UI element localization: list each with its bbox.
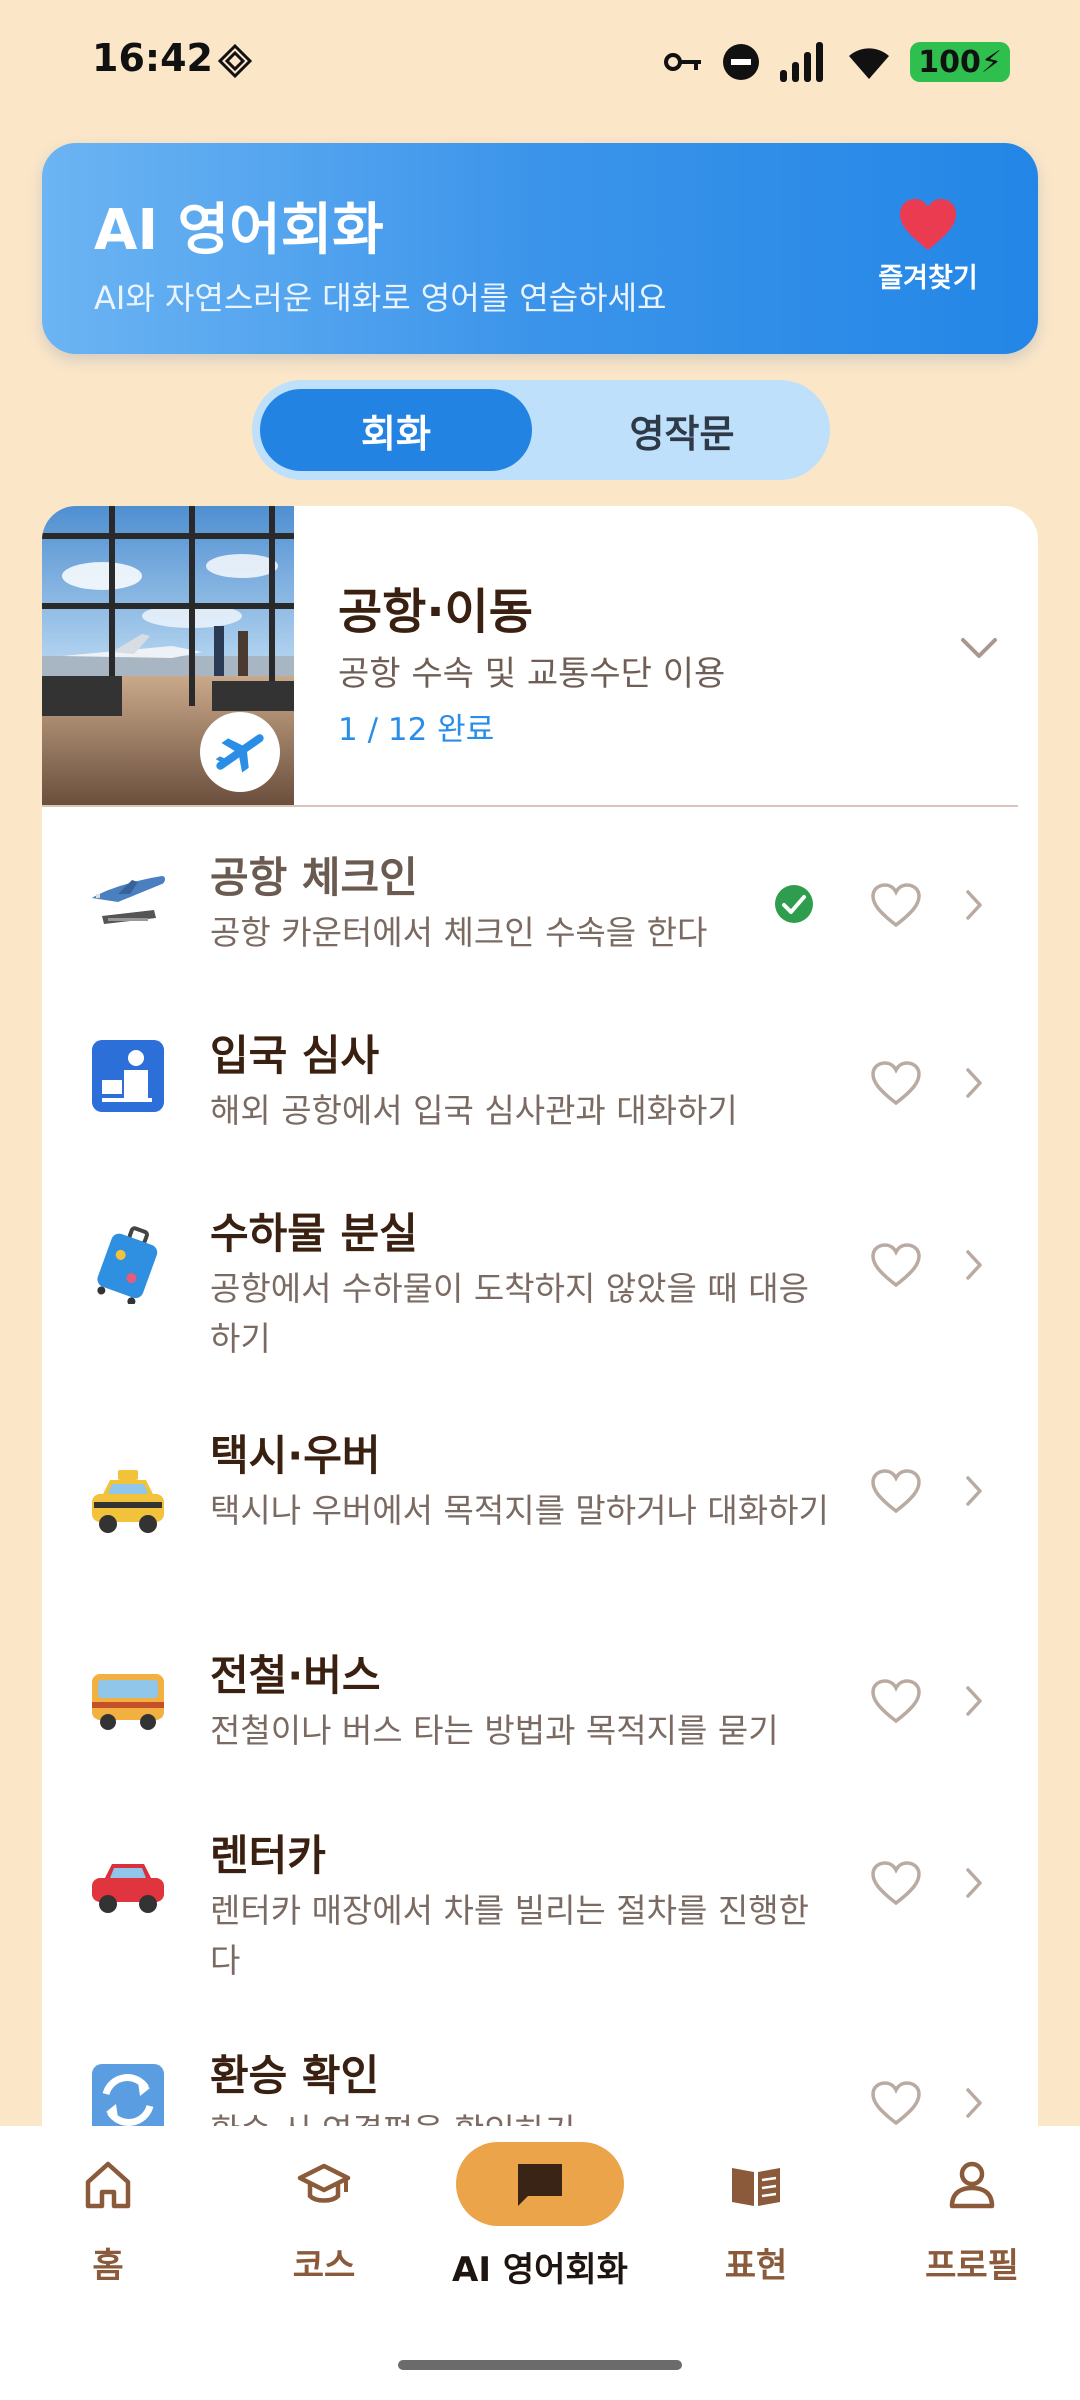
nav-expressions[interactable]: 표현 — [656, 2156, 856, 2287]
lesson-title: 입국 심사 — [210, 1031, 380, 1080]
list-item[interactable]: 렌터카 렌터카 매장에서 차를 빌리는 절차를 진행한다 — [42, 1786, 1038, 2006]
charging-icon: ⚡ — [980, 44, 1002, 80]
favorites-button[interactable]: 즐겨찾기 — [868, 198, 988, 295]
lesson-description: 해외 공항에서 입국 심사관과 대화하기 — [210, 1091, 738, 1130]
airplane-badge-icon — [200, 712, 280, 792]
graduation-cap-icon — [297, 2163, 351, 2203]
battery-indicator: 100 ⚡ — [910, 42, 1010, 82]
lesson-description: 공항 카운터에서 체크인 수속을 한다 — [210, 913, 708, 952]
lesson-title: 환승 확인 — [210, 2051, 380, 2100]
status-time: 16:42 — [92, 36, 213, 80]
list-item[interactable]: 전철·버스 전철이나 버스 타는 방법과 목적지를 묻기 — [42, 1606, 1038, 1786]
nav-home[interactable]: 홈 — [8, 2156, 208, 2287]
signal-icon — [780, 42, 824, 82]
favorites-label: 즐겨찾기 — [878, 263, 978, 294]
divider — [42, 805, 1018, 807]
status-bar: 16:42 100 ⚡ — [0, 0, 1080, 125]
nav-label: 홈 — [92, 2246, 124, 2286]
list-item[interactable]: 공항 체크인 공항 카운터에서 체크인 수속을 한다 — [42, 808, 1038, 986]
passport-control-icon — [92, 1040, 164, 1112]
page-title: AI 영어회화 — [94, 198, 384, 263]
nav-label: AI 영어회화 — [452, 2250, 628, 2290]
heart-outline-icon[interactable] — [870, 1860, 922, 1906]
category-header[interactable]: 공항·이동 공항 수속 및 교통수단 이용 1 / 12 완료 — [42, 506, 1038, 807]
app-notification-icon — [218, 44, 252, 78]
list-item[interactable]: 환승 확인 환승 시 연결편을 확인하기 — [42, 2006, 1038, 2126]
do-not-disturb-icon — [723, 44, 760, 80]
status-icons: 100 ⚡ — [664, 38, 1010, 86]
nav-course[interactable]: 코스 — [224, 2156, 424, 2287]
book-icon — [732, 2168, 780, 2206]
chevron-right-icon[interactable] — [964, 2086, 984, 2120]
luggage-icon — [97, 1226, 158, 1304]
lesson-description: 공항에서 수하물이 도착하지 않았을 때 대응하기 — [210, 1269, 809, 1358]
lesson-description: 환승 시 연결편을 확인하기 — [210, 2106, 830, 2126]
heart-outline-icon[interactable] — [870, 1060, 922, 1106]
nav-label: 코스 — [292, 2246, 356, 2286]
wifi-icon — [849, 48, 890, 79]
lesson-description: 택시나 우버에서 목적지를 말하거나 대화하기 — [210, 1491, 829, 1530]
lesson-description: 렌터카 매장에서 차를 빌리는 절차를 진행한다 — [210, 1891, 809, 1980]
lesson-title: 전철·버스 — [210, 1651, 381, 1700]
list-item[interactable]: 택시·우버 택시나 우버에서 목적지를 말하거나 대화하기 — [42, 1386, 1038, 1606]
nav-ai-conversation[interactable]: AI 영어회화 — [440, 2142, 640, 2291]
chevron-right-icon[interactable] — [964, 888, 984, 922]
home-indicator[interactable] — [398, 2360, 682, 2370]
page-subtitle: AI와 자연스러운 대화로 영어를 연습하세요 — [94, 279, 667, 317]
bus-icon — [92, 1674, 164, 1730]
lesson-title: 수하물 분실 — [210, 1209, 418, 1258]
heart-filled-icon — [900, 199, 956, 250]
chat-bubble-icon — [518, 2164, 562, 2206]
chevron-down-icon[interactable] — [960, 636, 998, 662]
category-progress: 1 / 12 완료 — [338, 712, 495, 748]
category-title: 공항·이동 — [338, 584, 533, 640]
vpn-key-icon — [664, 53, 702, 71]
home-icon — [85, 2161, 131, 2209]
mode-segmented-control: 회화 영작문 — [252, 380, 830, 480]
header-card: AI 영어회화 AI와 자연스러운 대화로 영어를 연습하세요 즐겨찾기 — [42, 143, 1038, 354]
heart-outline-icon[interactable] — [870, 1468, 922, 1514]
tab-composition[interactable]: 영작문 — [542, 389, 822, 471]
chevron-right-icon[interactable] — [964, 1684, 984, 1718]
completed-check-icon — [775, 885, 813, 923]
heart-outline-icon[interactable] — [870, 2080, 922, 2126]
category-card: 공항·이동 공항 수속 및 교통수단 이용 1 / 12 완료 공항 체크인 공… — [42, 506, 1038, 2126]
nav-label: 프로필 — [925, 2246, 1019, 2286]
category-subtitle: 공항 수속 및 교통수단 이용 — [338, 654, 726, 694]
chevron-right-icon[interactable] — [964, 1474, 984, 1508]
car-icon — [92, 1864, 164, 1913]
heart-outline-icon[interactable] — [870, 1242, 922, 1288]
airplane-departure-icon — [92, 876, 165, 924]
chevron-right-icon[interactable] — [964, 1066, 984, 1100]
list-item[interactable]: 수하물 분실 공항에서 수하물이 도착하지 않았을 때 대응하기 — [42, 1166, 1038, 1386]
lesson-title: 렌터카 — [210, 1831, 326, 1880]
tab-conversation[interactable]: 회화 — [260, 389, 532, 471]
profile-icon — [949, 2161, 995, 2209]
lesson-description: 전철이나 버스 타는 방법과 목적지를 묻기 — [210, 1711, 779, 1750]
battery-level: 100 — [918, 44, 981, 80]
heart-outline-icon[interactable] — [870, 882, 922, 928]
nav-label: 표현 — [724, 2246, 788, 2286]
list-item[interactable]: 입국 심사 해외 공항에서 입국 심사관과 대화하기 — [42, 986, 1038, 1166]
nav-profile[interactable]: 프로필 — [872, 2156, 1072, 2287]
heart-outline-icon[interactable] — [870, 1678, 922, 1724]
taxi-icon — [92, 1470, 164, 1533]
lesson-title: 택시·우버 — [210, 1431, 381, 1480]
chevron-right-icon[interactable] — [964, 1866, 984, 1900]
nav-active-indicator — [456, 2142, 624, 2226]
airport-photo — [42, 506, 294, 806]
chevron-right-icon[interactable] — [964, 1248, 984, 1282]
bottom-nav: 홈 코스 AI 영어회화 표현 프로필 — [0, 2126, 1080, 2400]
lesson-title: 공항 체크인 — [210, 853, 418, 902]
transfer-arrows-icon — [92, 2064, 164, 2126]
